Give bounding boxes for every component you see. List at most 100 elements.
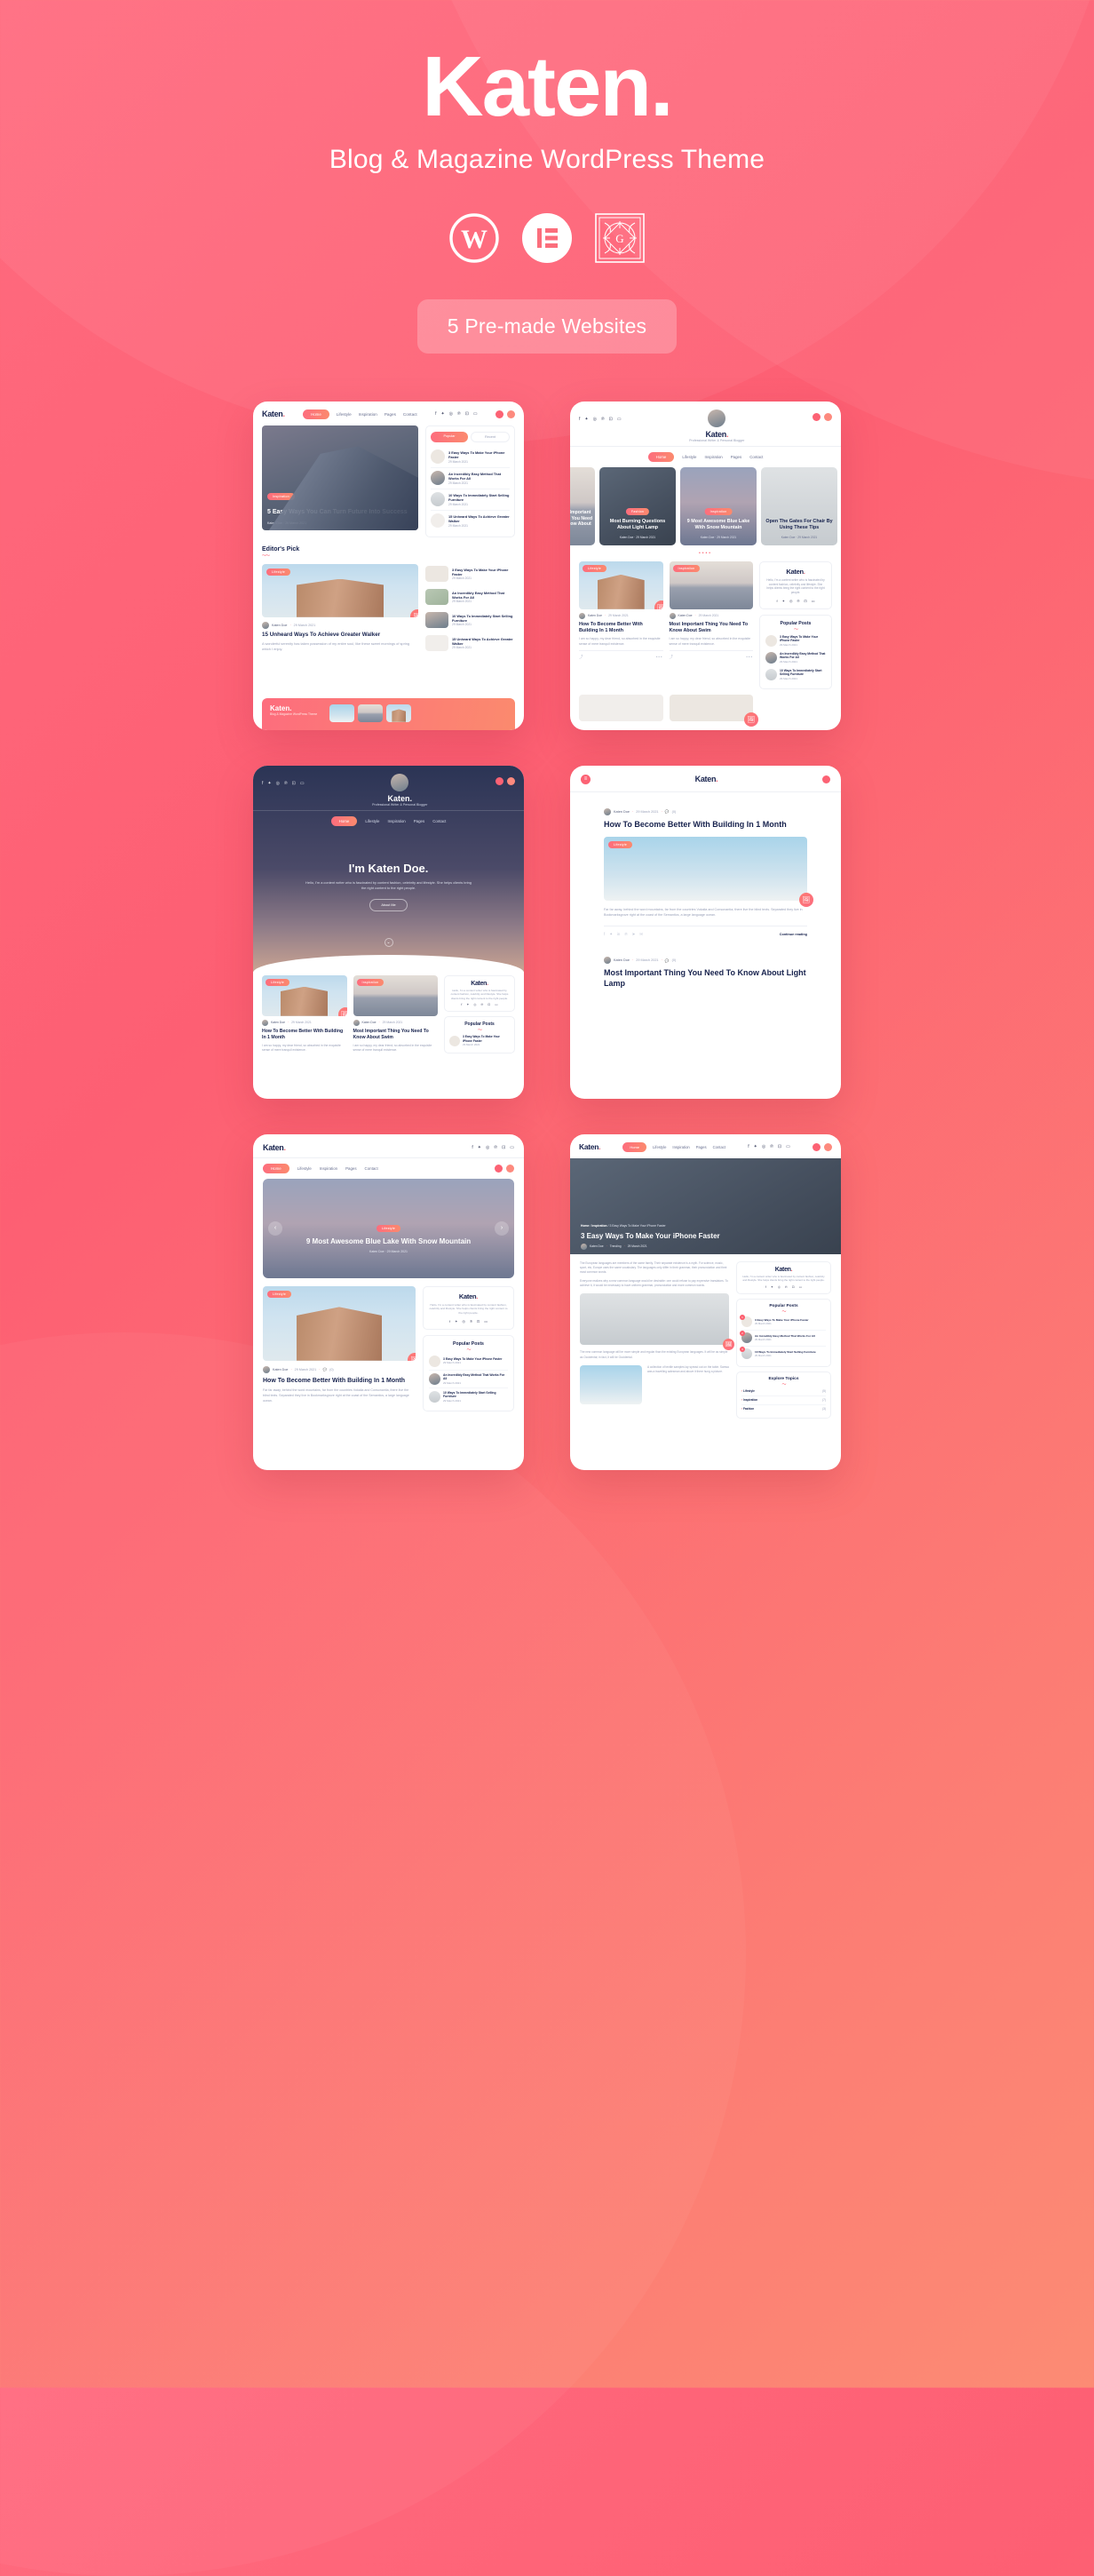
search-icon[interactable]	[495, 409, 503, 418]
list-item[interactable]: 10 Ways To Immediately Start Selling Fur…	[429, 1388, 508, 1405]
twitter-icon[interactable]: ✦	[466, 1003, 469, 1006]
menu-icon[interactable]	[824, 412, 832, 421]
slide-title[interactable]: Most Important Thing You Need To Know Ab…	[570, 510, 595, 528]
continue-reading-link[interactable]: Continue reading	[780, 933, 807, 936]
tab-popular[interactable]: Popular	[431, 431, 468, 442]
pinterest-icon[interactable]: ℗	[470, 1319, 472, 1324]
post-title[interactable]: How To Become Better With Building In 1 …	[262, 1029, 347, 1041]
facebook-icon[interactable]: f	[776, 599, 777, 603]
nav-item-lifestyle[interactable]: Lifestyle	[653, 1145, 666, 1149]
screenshot-single-post[interactable]: Katen. Home Lifestyle Inspiration Pages …	[570, 1133, 841, 1470]
list-item[interactable]: An Incredibly Easy Method That Works For…	[429, 1371, 508, 1388]
post-title[interactable]: An Incredibly Easy Method That Works For…	[780, 652, 826, 660]
site-logo[interactable]: Katen.	[579, 1142, 600, 1151]
category-tag[interactable]: Lifestyle	[608, 841, 632, 849]
post-title[interactable]: 10 Ways To Immediately Start Selling Fur…	[780, 669, 826, 677]
behance-icon[interactable]: ⊡	[292, 781, 296, 786]
facebook-icon[interactable]: f	[765, 1285, 766, 1289]
behance-icon[interactable]: ⊡	[804, 599, 806, 603]
behance-icon[interactable]: ⊡	[477, 1319, 480, 1324]
post-image[interactable]: Lifestyle 🖼	[263, 1285, 416, 1361]
social-links[interactable]: f ✦ ◎ ℗ ⊡ ▭	[262, 781, 305, 786]
category-tag[interactable]: Inspiration	[672, 564, 701, 572]
tab-recent[interactable]: Recent	[471, 431, 510, 442]
screenshot-personal-slider[interactable]: f ✦ ◎ ℗ ⊡ ▭ Katen. Professional Writer &…	[570, 401, 841, 730]
carousel-slide[interactable]: Inspiration 9 Most Awesome Blue Lake Wit…	[680, 466, 757, 545]
category-tag[interactable]: Lifestyle	[266, 978, 289, 986]
pinterest-icon[interactable]: ℗	[797, 599, 799, 603]
site-logo[interactable]: Katen.	[695, 775, 718, 783]
image-format-icon[interactable]: 🖼	[410, 608, 418, 617]
linkedin-icon[interactable]: in	[617, 932, 620, 937]
nav-item-contact[interactable]: Contact	[749, 455, 763, 459]
comment-icon[interactable]: 💬	[665, 809, 670, 814]
image-format-icon[interactable]: 🖼	[408, 1352, 416, 1361]
menu-icon[interactable]	[506, 1164, 514, 1173]
list-item[interactable]: 15 Unheard Ways To Achieve Greater Walke…	[425, 632, 515, 655]
nav-item-pages[interactable]: Pages	[384, 412, 396, 417]
nav-item-pages[interactable]: Pages	[345, 1166, 356, 1171]
post-title[interactable]: 3 Easy Ways To Make Your iPhone Faster	[448, 450, 510, 460]
pinterest-icon[interactable]: ℗	[494, 1145, 497, 1150]
site-logo[interactable]: Katen.	[262, 409, 285, 418]
post-image[interactable]: Inspiration	[669, 561, 753, 609]
search-icon[interactable]	[822, 775, 830, 783]
post-image[interactable]: Lifestyle 🖼	[579, 561, 663, 609]
screenshot-personal-intro[interactable]: f ✦ ◎ ℗ ⊡ ▭ Katen. Professional Writer & Pers…	[253, 765, 524, 1099]
carousel-slide[interactable]: Most Important Thing You Need To Know Ab…	[570, 466, 595, 545]
comment-icon[interactable]: 💬	[323, 1368, 328, 1371]
telegram-icon[interactable]: ➤	[632, 932, 636, 937]
youtube-icon[interactable]: ▭	[510, 1145, 514, 1150]
slider-title[interactable]: 9 Most Awesome Blue Lake With Snow Mount…	[263, 1237, 514, 1246]
widget-socials[interactable]: f ✦ ◎ ℗ ⊡ ▭	[765, 599, 826, 603]
facebook-icon[interactable]: f	[461, 1003, 462, 1006]
share-links[interactable]: f ✦ in ℗ ➤ ✉	[604, 932, 643, 937]
more-icon[interactable]: •••	[656, 655, 663, 660]
facebook-icon[interactable]: f	[435, 411, 436, 417]
nav-item-lifestyle[interactable]: Lifestyle	[297, 1166, 312, 1171]
instagram-icon[interactable]: ◎	[789, 599, 793, 603]
post-image[interactable]: 🖼	[669, 694, 758, 727]
post-title[interactable]: Most Important Thing You Need To Know Ab…	[670, 622, 754, 635]
search-icon[interactable]	[495, 1164, 503, 1173]
pinterest-icon[interactable]: ℗	[770, 1144, 773, 1149]
comment-icon[interactable]: 💬	[665, 958, 670, 963]
post-title[interactable]: Most Important Thing You Need To Know Ab…	[353, 1029, 439, 1041]
list-item[interactable]: 10 Ways To Immediately Start Selling Fur…	[431, 489, 510, 511]
feature-title[interactable]: 15 Unheard Ways To Achieve Greater Walke…	[262, 632, 418, 640]
topic-row[interactable]: › Inspiration (7)	[741, 1396, 826, 1405]
social-links[interactable]: f ✦ ◎ ℗ ⊡ ▭	[435, 411, 478, 417]
widget-socials[interactable]: f ✦ ◎ ℗ ⊡ ▭	[449, 1003, 510, 1006]
hero-carousel[interactable]: Most Important Thing You Need To Know Ab…	[570, 466, 841, 545]
post-category[interactable]: Trending	[610, 1244, 622, 1248]
widget-socials[interactable]: f ✦ ◎ ℗ ⊡ ▭	[741, 1285, 826, 1289]
nav-item-pages[interactable]: Pages	[414, 819, 424, 823]
list-item[interactable]: 3 10 Ways To Immediately Start Selling F…	[740, 1347, 826, 1362]
twitter-icon[interactable]: ✦	[478, 1145, 481, 1150]
nav-item-lifestyle[interactable]: Lifestyle	[337, 412, 352, 417]
footer-thumb[interactable]	[358, 704, 384, 722]
nav-item-inspiration[interactable]: Inspiration	[359, 412, 377, 417]
post-title[interactable]: Most Important Thing You Need To Know Ab…	[604, 968, 807, 989]
image-format-icon[interactable]: 🖼	[723, 1339, 734, 1351]
twitter-icon[interactable]: ✦	[782, 599, 785, 603]
instagram-icon[interactable]: ◎	[593, 417, 597, 422]
instagram-icon[interactable]: ◎	[449, 411, 453, 417]
widget-socials[interactable]: f ✦ ◎ ℗ ⊡ ▭	[429, 1319, 508, 1324]
screenshot-classic-blog[interactable]: Katen. Home Lifestyle Inspiration Pages …	[253, 401, 524, 730]
post-image[interactable]: Lifestyle 🖼	[262, 974, 347, 1016]
hero-article-title[interactable]: 5 Easy Ways You Can Turn Future Into Suc…	[267, 508, 411, 516]
pinterest-icon[interactable]: ℗	[785, 1285, 788, 1289]
breadcrumb-category[interactable]: Inspiration	[591, 1224, 606, 1228]
post-title[interactable]: How To Become Better With Building In 1 …	[579, 622, 663, 635]
slide-title[interactable]: 9 Most Awesome Blue Lake With Snow Mount…	[685, 519, 752, 531]
category-tag[interactable]: Inspiration	[356, 978, 384, 986]
site-logo[interactable]: Katen.	[622, 430, 813, 439]
search-icon[interactable]	[812, 1142, 820, 1151]
premade-websites-badge[interactable]: 5 Pre-made Websites	[416, 298, 678, 354]
instagram-icon[interactable]: ◎	[473, 1003, 476, 1006]
instagram-icon[interactable]: ◎	[762, 1144, 765, 1149]
behance-icon[interactable]: ⊡	[465, 411, 469, 417]
youtube-icon[interactable]: ▭	[799, 1285, 802, 1289]
behance-icon[interactable]: ⊡	[792, 1285, 795, 1289]
